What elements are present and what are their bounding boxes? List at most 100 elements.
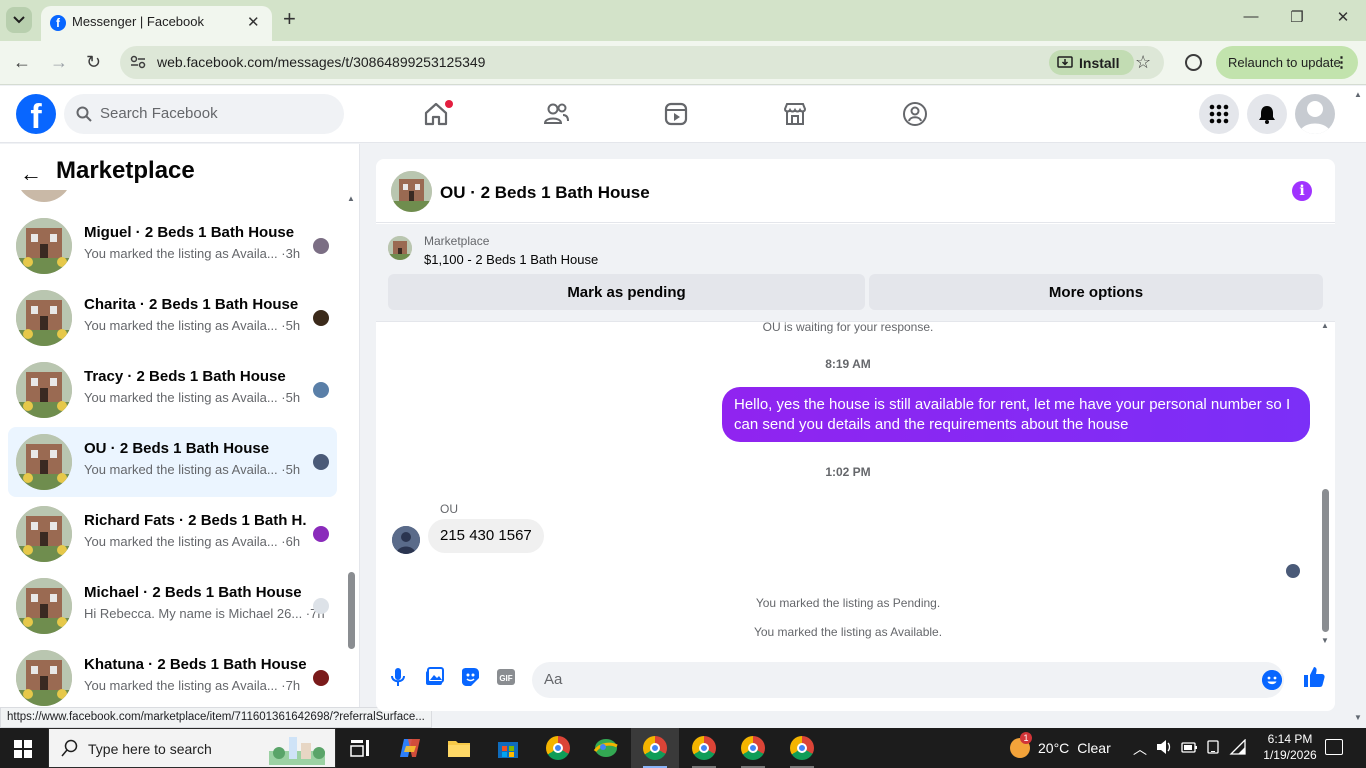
house-photo-icon [16, 218, 72, 274]
photos-app[interactable] [582, 728, 630, 768]
conversation-item[interactable]: Miguel · 2 Beds 1 Bath House You marked t… [8, 211, 337, 281]
bookmark-star-icon[interactable]: ☆ [1135, 52, 1151, 73]
listing-thumbnail [16, 578, 72, 634]
chrome-icon [741, 736, 765, 760]
left-scrollbar-thumb[interactable] [348, 572, 355, 649]
install-button[interactable]: Install [1049, 50, 1134, 75]
scroll-up-arrow-icon[interactable]: ▲ [1321, 321, 1329, 330]
file-explorer-app[interactable] [435, 728, 483, 768]
gif-icon[interactable]: GIF [495, 666, 517, 688]
emoji-icon[interactable] [1262, 670, 1282, 690]
account-avatar[interactable] [1295, 94, 1335, 134]
mark-as-pending-button[interactable]: Mark as pending [388, 274, 865, 310]
search-highlight-illustration-icon [269, 737, 325, 765]
device-icon[interactable] [1205, 739, 1221, 755]
search-placeholder: Search Facebook [100, 105, 218, 122]
battery-icon[interactable] [1180, 739, 1198, 755]
browser-tab-messenger[interactable]: f Messenger | Facebook ✕ [41, 6, 272, 41]
conversation-item[interactable]: Tracy · 2 Beds 1 Bath House You marked th… [8, 355, 337, 425]
page-scroll-down-icon[interactable]: ▼ [1354, 713, 1362, 722]
tab-title: Messenger | Facebook [72, 14, 204, 29]
friends-icon[interactable] [542, 100, 570, 128]
microphone-icon[interactable] [387, 666, 409, 688]
minimize-button[interactable]: — [1228, 8, 1274, 32]
participant-avatar [313, 382, 329, 398]
listing-thumbnail[interactable] [388, 236, 412, 260]
conversation-preview: Hi Rebecca. My name is Michael 26... ·7h [84, 606, 325, 621]
notification-center-icon[interactable] [1325, 739, 1343, 755]
arrow-left-icon[interactable]: ← [20, 161, 42, 187]
facebook-search[interactable]: Search Facebook [64, 94, 344, 134]
chat-title[interactable]: OU · 2 Beds 1 Bath House [440, 183, 650, 203]
listing-thumbnail [16, 362, 72, 418]
conversation-item[interactable]: OU · 2 Beds 1 Bath House You marked the l… [8, 427, 337, 497]
tab-close-icon[interactable]: ✕ [247, 13, 260, 31]
scroll-down-arrow-icon[interactable]: ▼ [1321, 636, 1329, 645]
system-message: OU is waiting for your response. [762, 320, 934, 334]
microsoft-store-app[interactable] [484, 728, 532, 768]
back-button[interactable]: ← [13, 52, 31, 73]
clock-time: 6:14 PM [1267, 732, 1313, 746]
site-info-icon[interactable] [130, 55, 146, 69]
taskbar-clock[interactable]: 6:14 PM 1/19/2026 [1260, 731, 1320, 763]
windows-start-icon[interactable] [14, 740, 32, 758]
tab-search-dropdown[interactable] [6, 7, 32, 33]
chrome-profile-app[interactable] [680, 728, 728, 768]
page-scroll-up-icon[interactable]: ▲ [1354, 90, 1362, 99]
video-icon[interactable] [662, 100, 690, 128]
chrome-active-app[interactable] [631, 728, 679, 768]
sticker-icon[interactable] [459, 666, 481, 688]
restore-button[interactable]: ❐ [1274, 8, 1320, 32]
relaunch-to-update-button[interactable]: Relaunch to update ⋮ [1216, 46, 1358, 79]
conversation-item[interactable]: Michael · 2 Beds 1 Bath House Hi Rebecca.… [8, 571, 337, 641]
photo-icon[interactable] [423, 666, 445, 688]
info-icon[interactable]: i [1292, 181, 1312, 201]
chrome-icon [692, 736, 716, 760]
copilot-app[interactable] [386, 728, 434, 768]
svg-text:GIF: GIF [499, 674, 512, 683]
chrome-profile-app[interactable] [729, 728, 777, 768]
task-view-button[interactable] [336, 728, 384, 768]
incoming-message-bubble[interactable]: 215 430 1567 [428, 519, 544, 553]
chrome-profile-app[interactable] [778, 728, 826, 768]
reload-button[interactable]: ↻ [86, 52, 101, 73]
conversation-name: Khatuna · 2 Beds 1 Bath House [84, 656, 306, 673]
listing-avatar[interactable] [391, 171, 432, 212]
message-input[interactable]: Aa [532, 662, 1284, 698]
scroll-up-arrow-icon[interactable]: ▲ [347, 194, 355, 203]
task-view-icon [350, 740, 369, 757]
sender-avatar[interactable] [392, 526, 420, 554]
browser-tab-bar: f Messenger | Facebook ✕ + — ❐ ✕ [0, 0, 1366, 41]
window-close-button[interactable]: ✕ [1320, 8, 1366, 32]
listing-description[interactable]: $1,100 - 2 Beds 1 Bath House [424, 252, 598, 267]
thumbs-up-icon[interactable] [1302, 665, 1326, 689]
listing-thumbnail [16, 650, 72, 706]
conversation-name: Charita · 2 Beds 1 Bath House [84, 296, 299, 313]
forward-button[interactable]: → [50, 52, 68, 73]
profile-icon[interactable] [1185, 54, 1202, 71]
sender-name: OU [440, 502, 458, 516]
house-photo-icon [16, 506, 72, 562]
conversation-item[interactable]: Khatuna · 2 Beds 1 Bath House You marked … [8, 643, 337, 709]
address-bar[interactable]: web.facebook.com/messages/t/308648992531… [120, 46, 1164, 79]
groups-icon[interactable] [901, 100, 929, 128]
facebook-logo[interactable]: f [16, 94, 56, 134]
system-message: You marked the listing as Available. [753, 625, 943, 639]
notifications-button[interactable] [1247, 94, 1287, 134]
outgoing-message-bubble[interactable]: Hello, yes the house is still available … [722, 387, 1310, 442]
chrome-profile-p-app[interactable] [534, 728, 582, 768]
new-tab-button[interactable]: + [283, 8, 296, 30]
wifi-icon[interactable] [1229, 739, 1247, 755]
chevron-up-icon[interactable]: ︿ [1133, 739, 1147, 759]
menu-grid-button[interactable] [1199, 94, 1239, 134]
more-options-button[interactable]: More options [869, 274, 1323, 310]
message-scrollbar-thumb[interactable] [1322, 489, 1329, 632]
taskbar-search[interactable]: Type here to search [48, 728, 336, 768]
conversation-item[interactable]: Charita · 2 Beds 1 Bath House You marked … [8, 283, 337, 353]
volume-icon[interactable] [1156, 739, 1174, 755]
conversation-item[interactable]: Richard Fats · 2 Beds 1 Bath H... You mar… [8, 499, 337, 569]
participant-avatar [313, 526, 329, 542]
marketplace-icon[interactable] [781, 100, 809, 128]
timestamp: 1:02 PM [825, 465, 871, 479]
browser-toolbar: ← → ↻ web.facebook.com/messages/t/308648… [0, 41, 1366, 85]
